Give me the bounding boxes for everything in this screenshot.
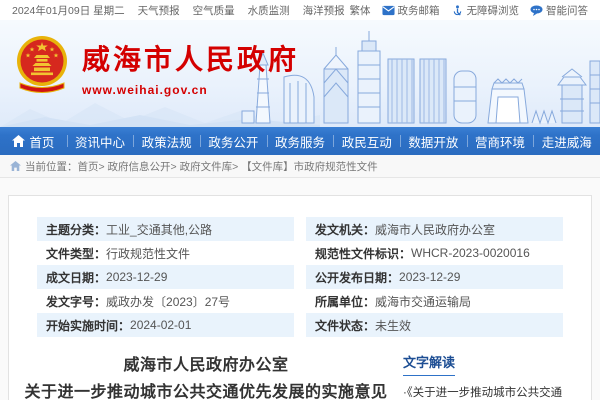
meta-value: 威海市交通运输局: [375, 293, 471, 310]
national-emblem-icon: [14, 33, 70, 101]
nav-item-open-data[interactable]: 数据开放: [400, 127, 467, 155]
meta-value: 行政规范性文件: [106, 245, 190, 262]
meta-label: 规范性文件标识：: [315, 245, 411, 262]
meta-row: 公开发布日期：2023-12-29: [306, 265, 563, 289]
chat-icon: [530, 5, 543, 16]
meta-label: 公开发布日期：: [315, 269, 399, 286]
meta-row: 所属单位：威海市交通运输局: [306, 289, 563, 313]
link-ocean-forecast[interactable]: 海洋预报: [303, 3, 345, 18]
meta-label: 成文日期：: [46, 269, 106, 286]
site-title: 威海市人民政府: [82, 38, 299, 78]
meta-value: 威海市人民政府办公室: [375, 221, 495, 238]
site-url: www.weihai.gov.cn: [82, 83, 299, 97]
breadcrumb-text: 当前位置：首页> 政府信息公开> 政府文件库> 【文件库】市政府规范性文件: [25, 159, 378, 174]
meta-value: 工业_交通其他,公路: [106, 221, 212, 238]
document-title-area: 威海市人民政府办公室 关于进一步推动城市公共交通优先发展的实施意见: [9, 352, 403, 400]
home-icon: [12, 135, 25, 147]
meta-value: 未生效: [375, 317, 411, 334]
meta-row: 发文机关：威海市人民政府办公室: [306, 217, 563, 241]
meta-column-right: 发文机关：威海市人民政府办公室 规范性文件标识：WHCR-2023-002001…: [306, 217, 563, 337]
accessibility-icon: [451, 5, 464, 16]
topbar-right: 繁体 政务邮箱 无障碍浏览: [350, 3, 589, 18]
site-logo-link[interactable]: 威海市人民政府 www.weihai.gov.cn: [14, 33, 299, 101]
document-title-line1: 威海市人民政府办公室: [19, 352, 393, 379]
meta-label: 发文字号：: [46, 293, 106, 310]
meta-value: WHCR-2023-0020016: [411, 246, 530, 260]
nav-item-about-weihai[interactable]: 走进威海: [533, 127, 600, 155]
breadcrumb-home-icon: [10, 161, 21, 171]
meta-row: 开始实施时间：2024-02-01: [37, 313, 294, 337]
nav-item-home[interactable]: 首页: [0, 127, 67, 155]
nav-item-gov-disclosure[interactable]: 政务公开: [200, 127, 267, 155]
meta-value: 2024-02-01: [130, 318, 191, 332]
meta-row: 主题分类：工业_交通其他,公路: [37, 217, 294, 241]
meta-value: 威政办发〔2023〕27号: [106, 293, 230, 310]
meta-row: 成文日期：2023-12-29: [37, 265, 294, 289]
meta-column-left: 主题分类：工业_交通其他,公路 文件类型：行政规范性文件 成文日期：2023-1…: [37, 217, 294, 337]
meta-label: 所属单位：: [315, 293, 375, 310]
nav-item-interaction[interactable]: 政民互动: [333, 127, 400, 155]
meta-label: 开始实施时间：: [46, 317, 130, 334]
top-utility-bar: 2024年01月09日 星期二 天气预报 空气质量 水质监测 海洋预报 繁体 政…: [0, 0, 600, 20]
document-meta-table: 主题分类：工业_交通其他,公路 文件类型：行政规范性文件 成文日期：2023-1…: [9, 217, 591, 337]
content-row: 威海市人民政府办公室 关于进一步推动城市公共交通优先发展的实施意见 文字解读 ·…: [9, 352, 591, 400]
meta-row: 规范性文件标识：WHCR-2023-0020016: [306, 241, 563, 265]
meta-row: 文件类型：行政规范性文件: [37, 241, 294, 265]
document-title-line2: 关于进一步推动城市公共交通优先发展的实施意见: [19, 379, 393, 400]
meta-label: 文件状态：: [315, 317, 375, 334]
breadcrumb[interactable]: 当前位置：首页> 政府信息公开> 政府文件库> 【文件库】市政府规范性文件: [0, 155, 600, 178]
tab-text-interpretation[interactable]: 文字解读: [403, 352, 455, 376]
document-panel: 主题分类：工业_交通其他,公路 文件类型：行政规范性文件 成文日期：2023-1…: [8, 195, 592, 400]
meta-row: 文件状态：未生效: [306, 313, 563, 337]
interpretation-sidebar: 文字解读 ·《关于进一步推动城市公共交通优先发展的实施意见》政策解读: [403, 352, 573, 400]
link-water-quality[interactable]: 水质监测: [248, 3, 290, 18]
nav-item-news-center[interactable]: 资讯中心: [67, 127, 134, 155]
interpretation-link[interactable]: ·《关于进一步推动城市公共交通优先发展的实施意见》政策解读: [403, 385, 573, 400]
traditional-chinese-toggle[interactable]: 繁体: [350, 3, 371, 18]
accessibility-link[interactable]: 无障碍浏览: [451, 3, 520, 18]
link-air-quality[interactable]: 空气质量: [193, 3, 235, 18]
mail-icon: [382, 5, 395, 16]
brand-text: 威海市人民政府 www.weihai.gov.cn: [82, 38, 299, 97]
gov-mail-link[interactable]: 政务邮箱: [382, 3, 440, 18]
main-content: 主题分类：工业_交通其他,公路 文件类型：行政规范性文件 成文日期：2023-1…: [0, 178, 600, 400]
link-weather[interactable]: 天气预报: [138, 3, 180, 18]
nav-item-gov-services[interactable]: 政务服务: [267, 127, 334, 155]
meta-row: 发文字号：威政办发〔2023〕27号: [37, 289, 294, 313]
smart-qa-link[interactable]: 智能问答: [530, 3, 588, 18]
nav-item-business-env[interactable]: 营商环境: [467, 127, 534, 155]
meta-label: 文件类型：: [46, 245, 106, 262]
meta-label: 主题分类：: [46, 221, 106, 238]
meta-value: 2023-12-29: [106, 270, 167, 284]
main-navigation: 首页 资讯中心 政策法规 政务公开 政务服务 政民互动 数据开放 营商环境 走进…: [0, 127, 600, 155]
page: 2024年01月09日 星期二 天气预报 空气质量 水质监测 海洋预报 繁体 政…: [0, 0, 600, 400]
meta-label: 发文机关：: [315, 221, 375, 238]
meta-value: 2023-12-29: [399, 270, 460, 284]
current-date: 2024年01月09日 星期二: [12, 3, 125, 18]
topbar-left: 2024年01月09日 星期二 天气预报 空气质量 水质监测 海洋预报: [12, 3, 345, 18]
site-banner: 威海市人民政府 www.weihai.gov.cn: [0, 20, 600, 127]
nav-item-policies[interactable]: 政策法规: [133, 127, 200, 155]
